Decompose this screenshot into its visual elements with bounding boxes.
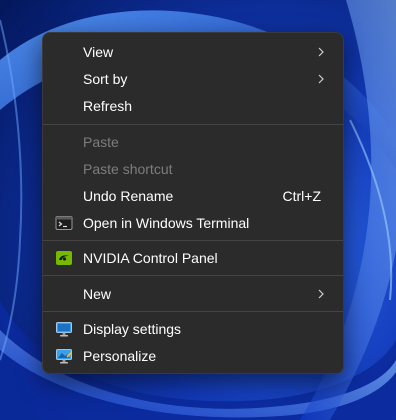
personalize-icon	[56, 349, 73, 364]
nvidia-label: NVIDIA Control Panel	[83, 250, 218, 266]
new-label: New	[83, 286, 112, 302]
display-settings-label: Display settings	[83, 321, 182, 337]
monitor-icon	[56, 322, 72, 337]
undo-rename-shortcut: Ctrl+Z	[282, 188, 322, 204]
refresh-label: Refresh	[83, 98, 133, 114]
chevron-right-icon	[318, 47, 324, 57]
menu-item-new[interactable]: New	[47, 281, 339, 307]
menu-item-paste: Paste	[47, 129, 339, 155]
terminal-icon	[55, 216, 73, 230]
menu-item-refresh[interactable]: Refresh	[47, 93, 339, 119]
menu-item-personalize[interactable]: Personalize	[47, 343, 339, 369]
menu-separator	[43, 311, 343, 312]
chevron-right-icon	[318, 289, 324, 299]
menu-item-nvidia-control-panel[interactable]: NVIDIA Control Panel	[47, 245, 339, 271]
nvidia-icon	[56, 251, 72, 265]
paste-label: Paste	[83, 134, 119, 150]
menu-item-sort-by[interactable]: Sort by	[47, 66, 339, 92]
desktop-context-menu: View Sort by Refresh Paste Paste shortcu…	[42, 32, 344, 374]
view-label: View	[83, 44, 114, 60]
menu-item-display-settings[interactable]: Display settings	[47, 316, 339, 342]
undo-rename-label: Undo Rename	[83, 188, 174, 204]
chevron-right-icon	[318, 74, 324, 84]
menu-item-open-terminal[interactable]: Open in Windows Terminal	[47, 210, 339, 236]
paste-shortcut-label: Paste shortcut	[83, 161, 173, 177]
menu-item-undo-rename[interactable]: Undo Rename Ctrl+Z	[47, 183, 339, 209]
open-terminal-label: Open in Windows Terminal	[83, 215, 250, 231]
menu-separator	[43, 124, 343, 125]
menu-separator	[43, 240, 343, 241]
personalize-label: Personalize	[83, 348, 157, 364]
menu-item-paste-shortcut: Paste shortcut	[47, 156, 339, 182]
menu-separator	[43, 275, 343, 276]
sort-by-label: Sort by	[83, 71, 128, 87]
menu-item-view[interactable]: View	[47, 39, 339, 65]
